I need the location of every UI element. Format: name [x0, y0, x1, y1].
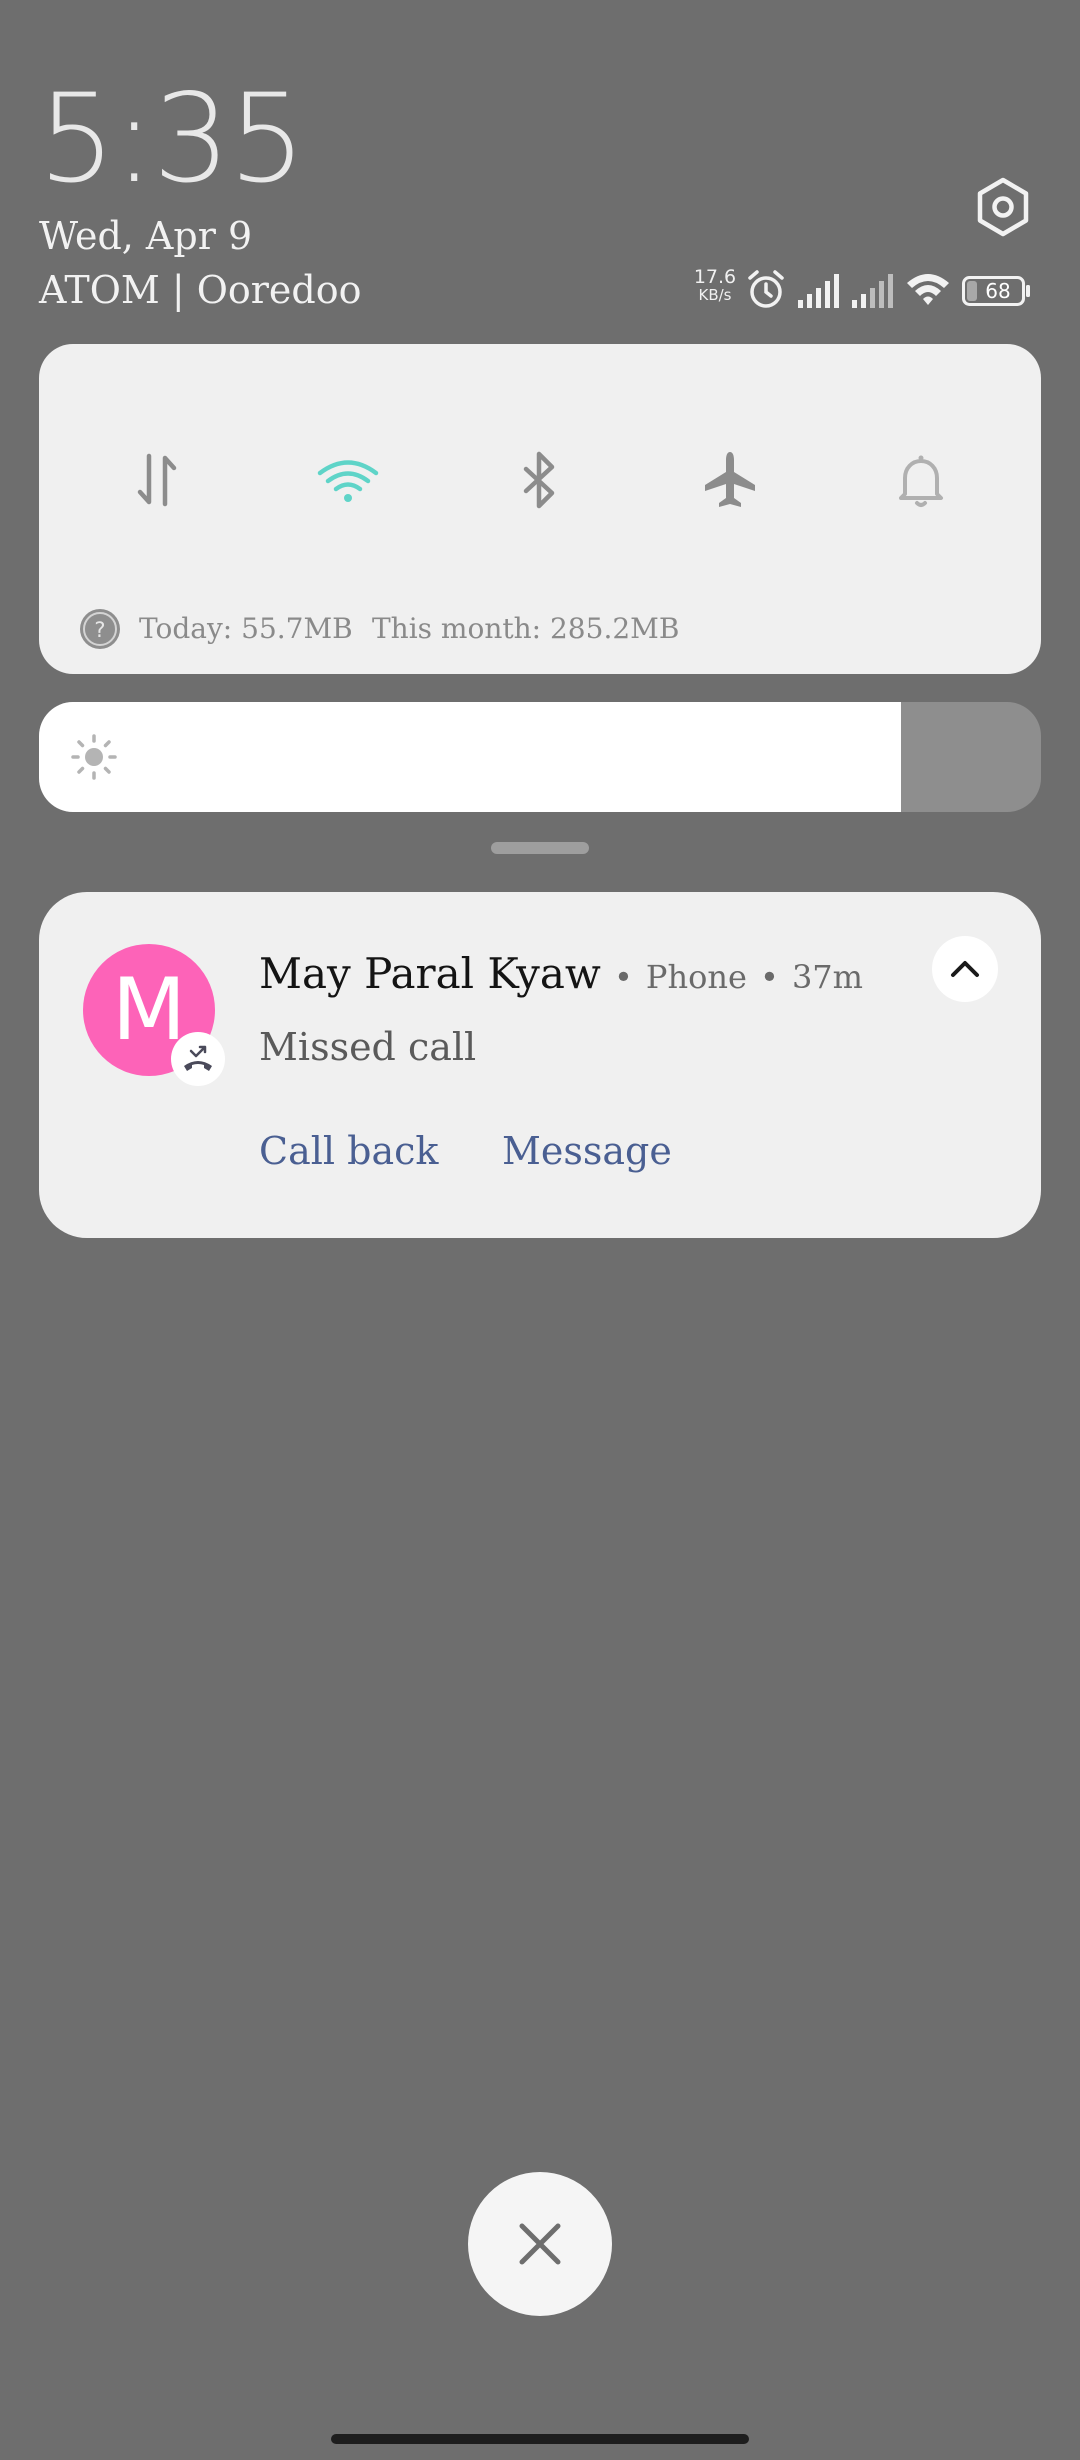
app-name: Phone [645, 958, 747, 996]
bluetooth-icon [523, 451, 555, 509]
wifi-icon [317, 460, 379, 502]
toggle-bluetooth[interactable] [499, 440, 579, 520]
missed-call-icon [184, 1045, 212, 1071]
battery-indicator: 68 [962, 276, 1032, 306]
contact-name: May Paral Kyaw [259, 949, 601, 998]
call-back-button[interactable]: Call back [259, 1126, 438, 1176]
carrier-label: ATOM | Ooredoo [39, 268, 362, 312]
brightness-slider[interactable] [39, 702, 1041, 812]
separator-dot: • [759, 958, 779, 996]
network-speed-value: 17.6 [693, 266, 737, 288]
missed-call-notification[interactable]: M May Paral Kyaw • Phone • 37m Missed ca… [39, 892, 1041, 1238]
data-usage-today: Today: 55.7MB [139, 612, 353, 645]
gesture-navigation-bar[interactable] [331, 2434, 749, 2444]
alarm-icon [748, 270, 784, 308]
toggle-airplane-mode[interactable] [690, 440, 770, 520]
toggle-wifi[interactable] [308, 440, 388, 520]
notification-time: 37m [791, 958, 863, 996]
collapse-button[interactable] [932, 936, 998, 1002]
network-speed-unit: KB/s [698, 286, 732, 304]
battery-level: 68 [985, 279, 1011, 303]
clear-all-button[interactable] [468, 2172, 612, 2316]
data-usage-month: This month: 285.2MB [372, 612, 680, 645]
wifi-icon [907, 274, 949, 305]
toggle-mobile-data[interactable] [117, 440, 197, 520]
data-transfer-icon [137, 453, 177, 507]
status-icons: 17.6 KB/s 68 [690, 268, 1040, 312]
signal-icon [798, 274, 839, 308]
toggle-sound[interactable] [881, 440, 961, 520]
signal-weak-icon [852, 274, 893, 308]
settings-icon [977, 177, 1029, 237]
panel-drag-handle[interactable] [491, 842, 589, 854]
separator-dot: • [613, 958, 633, 996]
data-usage-help-icon[interactable]: ? [79, 608, 121, 650]
quick-toggles-panel: ? Today: 55.7MB This month: 285.2MB [39, 344, 1041, 674]
date-label: Wed, Apr 9 [39, 214, 253, 258]
bell-icon [899, 455, 943, 507]
message-button[interactable]: Message [502, 1126, 672, 1176]
help-icon: ? [80, 609, 120, 649]
close-icon [519, 2223, 561, 2265]
clock-time: 5:35 [38, 68, 306, 210]
notification-message: Missed call [259, 1025, 477, 1069]
notification-header: May Paral Kyaw • Phone • 37m [259, 946, 863, 1011]
brightness-icon [71, 734, 117, 780]
network-speed: 17.6 KB/s [690, 268, 740, 303]
settings-button[interactable] [970, 174, 1036, 240]
airplane-icon [705, 452, 755, 507]
svg-text:?: ? [94, 618, 105, 642]
brightness-level-fill [39, 702, 901, 812]
missed-call-badge [171, 1032, 225, 1086]
chevron-up-icon [951, 961, 979, 977]
